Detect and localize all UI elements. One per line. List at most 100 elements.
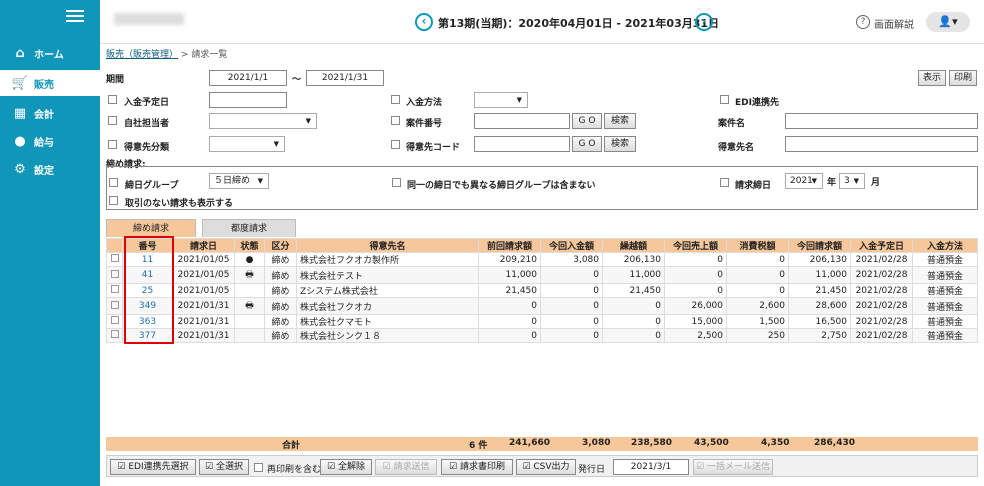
staff-checkbox[interactable] xyxy=(108,116,117,125)
reprint-checkbox[interactable] xyxy=(254,463,263,472)
top-bar: ‹ 第13期(当期)：2020年04月01日 - 2021年03月31日 › ?… xyxy=(100,0,984,44)
select-all-button[interactable]: ☑ 全選択 xyxy=(199,459,249,475)
invoice-date: 2021/01/31 xyxy=(172,328,235,343)
checkbox-icon: ☑ xyxy=(327,462,338,472)
closing-group-checkbox[interactable] xyxy=(109,178,118,187)
row-checkbox[interactable] xyxy=(110,300,119,309)
sales-amount: 26,000 xyxy=(664,297,727,315)
user-menu-button[interactable]: 👤▾ xyxy=(926,12,970,32)
case-go-button[interactable]: G O xyxy=(572,113,602,129)
nav-home[interactable]: ⌂ ホーム xyxy=(0,40,100,66)
edi-select-button[interactable]: ☑ EDI連携先選択 xyxy=(110,459,196,475)
col-kind[interactable]: 区分 xyxy=(264,238,297,253)
col-sales[interactable]: 今回売上額 xyxy=(664,238,727,253)
col-tax[interactable]: 消費税額 xyxy=(726,238,789,253)
nav-payroll[interactable]: ● 給与 xyxy=(0,128,100,154)
help-link[interactable]: 画面解説 xyxy=(874,16,914,31)
same-day-checkbox[interactable] xyxy=(392,178,401,187)
customer-class-select[interactable]: ▼ xyxy=(209,136,285,152)
payment-method: 普通預金 xyxy=(912,266,978,284)
checkbox-icon: ☑ xyxy=(382,462,394,472)
edi-checkbox[interactable] xyxy=(720,95,729,104)
bulk-mail-button[interactable]: ☑ 一括メール送信 xyxy=(693,459,773,475)
paid-amount: 0 xyxy=(540,314,603,329)
csv-export-button[interactable]: ☑ CSV出力 xyxy=(516,459,576,475)
show-button[interactable]: 表示 xyxy=(918,70,946,86)
col-date[interactable]: 請求日 xyxy=(172,238,235,253)
row-checkbox[interactable] xyxy=(110,285,119,293)
case-no-input[interactable] xyxy=(474,113,570,129)
menu-icon[interactable] xyxy=(66,10,84,24)
send-invoice-button[interactable]: ☑ 請求送信 xyxy=(375,459,437,475)
nav-accounting[interactable]: ▦ 会計 xyxy=(0,100,100,126)
table-row[interactable]: 363 2021/01/31 締め 株式会社クマモト 0 0 0 15,000 1,500 16,… xyxy=(106,314,978,329)
customer-class-checkbox[interactable] xyxy=(108,140,117,149)
status-icon xyxy=(234,283,265,298)
table-row[interactable]: 11 2021/01/05 ● 締め 株式会社フクオカ製作所 209,210 3,080 20… xyxy=(106,252,978,267)
prev-period-button[interactable]: ‹ xyxy=(415,13,433,31)
date-from-input[interactable]: 2021/1/1 xyxy=(209,70,287,86)
carry-amount: 0 xyxy=(602,328,665,343)
print-invoice-button[interactable]: ☑ 請求書印刷 xyxy=(441,459,513,475)
customer-name-input[interactable] xyxy=(785,136,978,152)
col-due[interactable]: 入金予定日 xyxy=(850,238,913,253)
table-row[interactable]: 377 2021/01/31 締め 株式会社シンク１８ 0 0 0 2,500 250 2,750… xyxy=(106,328,978,343)
breadcrumb-parent[interactable]: 販売（販売管理） xyxy=(106,50,178,60)
nav-sales[interactable]: 🛒 販売 xyxy=(0,70,100,96)
customer-code-input[interactable] xyxy=(474,136,570,152)
next-period-button[interactable]: › xyxy=(695,13,713,31)
payment-method-checkbox[interactable] xyxy=(391,95,400,104)
sales-amount: 0 xyxy=(664,283,727,298)
tab-closing-invoice[interactable]: 締め請求 xyxy=(106,219,196,237)
invoice-date: 2021/01/05 xyxy=(172,283,235,298)
status-icon xyxy=(234,328,265,343)
col-carry[interactable]: 繰越額 xyxy=(602,238,665,253)
customer-code-checkbox[interactable] xyxy=(391,140,400,149)
checkbox-icon: ☑ xyxy=(205,462,216,472)
home-icon: ⌂ xyxy=(15,45,25,61)
checkbox-icon: ☑ xyxy=(117,462,129,472)
row-checkbox[interactable] xyxy=(110,330,119,338)
nav-settings[interactable]: ⚙ 設定 xyxy=(0,156,100,182)
issue-date-input[interactable]: 2021/3/1 xyxy=(613,459,689,475)
prev-amount: 0 xyxy=(478,314,541,329)
sales-amount: 15,000 xyxy=(664,314,727,329)
col-prev[interactable]: 前回請求額 xyxy=(478,238,541,253)
help-icon[interactable]: ? xyxy=(856,15,870,29)
due-date-checkbox[interactable] xyxy=(108,95,117,104)
col-amount[interactable]: 今回請求額 xyxy=(788,238,851,253)
customer-search-button[interactable]: 検索 xyxy=(604,136,636,152)
staff-select[interactable]: ▼ xyxy=(209,113,317,129)
closing-month-select[interactable]: 3 ▼ xyxy=(839,173,865,189)
row-checkbox[interactable] xyxy=(110,316,119,324)
case-no-checkbox[interactable] xyxy=(391,116,400,125)
company-name-blurred xyxy=(114,13,184,25)
payment-method-select[interactable]: ▼ xyxy=(474,92,528,108)
tab-each-invoice[interactable]: 都度請求 xyxy=(202,219,296,237)
deselect-all-button[interactable]: ☑ 全解除 xyxy=(320,459,372,475)
table-row[interactable]: 41 2021/01/05 🖶 締め 株式会社テスト 11,000 0 11,000 0 0 11,… xyxy=(106,266,978,284)
row-checkbox[interactable] xyxy=(110,254,119,262)
kind: 締め xyxy=(264,252,297,267)
col-method[interactable]: 入金方法 xyxy=(912,238,978,253)
payment-method: 普通預金 xyxy=(912,252,978,267)
print-button[interactable]: 印刷 xyxy=(949,70,977,86)
carry-amount: 21,450 xyxy=(602,283,665,298)
col-status[interactable]: 状態 xyxy=(234,238,265,253)
closing-group-select[interactable]: ５日締め ▼ xyxy=(209,173,269,189)
invoice-amount: 21,450 xyxy=(788,283,851,298)
table-row[interactable]: 25 2021/01/05 締め Zシステム株式会社 21,450 0 21,450 0 0 21… xyxy=(106,283,978,298)
col-customer[interactable]: 得意先名 xyxy=(296,238,479,253)
case-search-button[interactable]: 検索 xyxy=(604,113,636,129)
row-checkbox[interactable] xyxy=(110,269,119,278)
customer-go-button[interactable]: G O xyxy=(572,136,602,152)
prev-amount: 11,000 xyxy=(478,266,541,284)
closing-day-checkbox[interactable] xyxy=(720,178,729,187)
col-paid[interactable]: 今回入金額 xyxy=(540,238,603,253)
date-to-input[interactable]: 2021/1/31 xyxy=(306,70,384,86)
due-date-input[interactable] xyxy=(209,92,287,108)
closing-year-select[interactable]: 2021 ▼ xyxy=(785,173,823,189)
case-name-input[interactable] xyxy=(785,113,978,129)
include-no-tx-checkbox[interactable] xyxy=(109,196,118,205)
table-row[interactable]: 349 2021/01/31 🖶 締め 株式会社フクオカ 0 0 0 26,000 2,600 28… xyxy=(106,297,978,315)
